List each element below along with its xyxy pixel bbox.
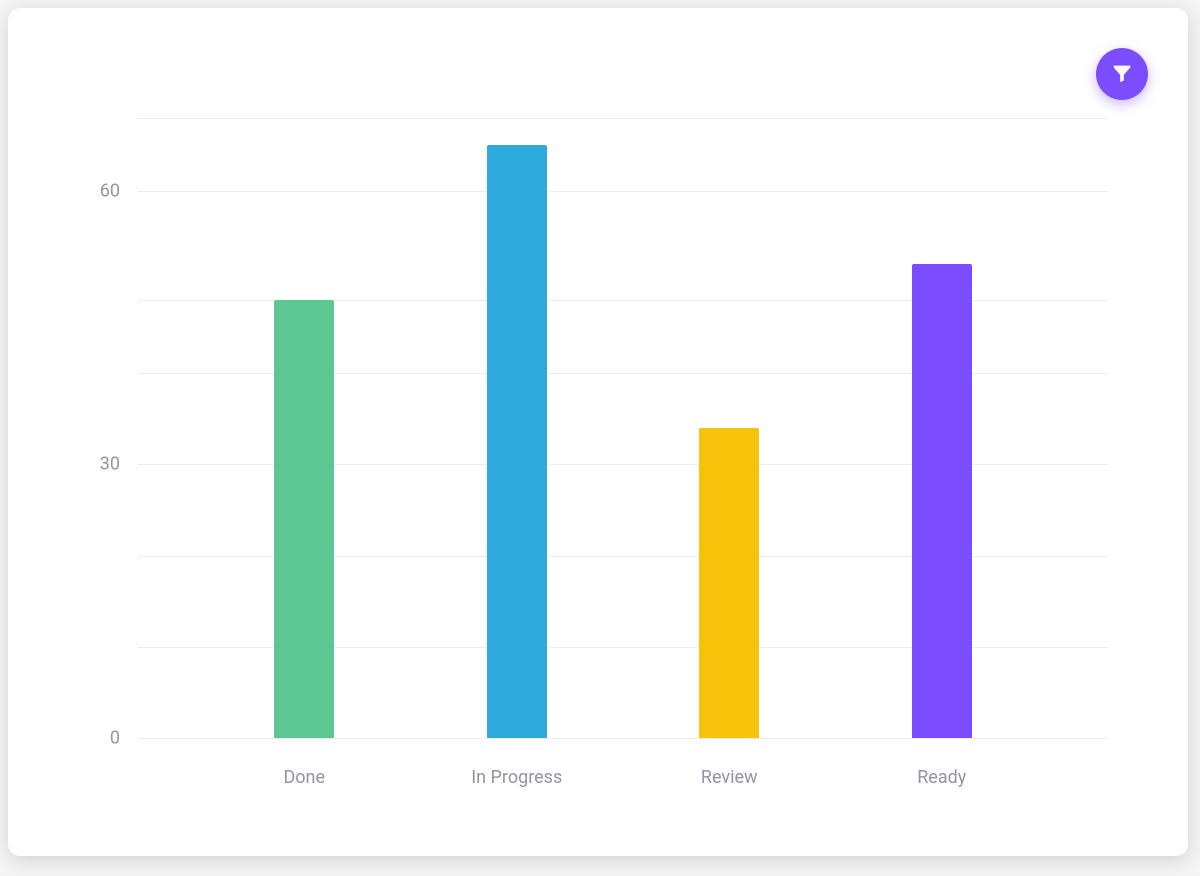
gridline: [138, 738, 1108, 739]
bar-review[interactable]: [699, 428, 759, 738]
x-axis-labels: Done In Progress Review Ready: [138, 767, 1108, 788]
bar-in-progress[interactable]: [487, 145, 547, 738]
chart-card: 0 30 60 Done In Progress Review Ready: [8, 8, 1188, 856]
bar-chart: 0 30 60 Done In Progress Review Ready: [48, 48, 1148, 816]
bar-slot: [912, 118, 972, 738]
filter-icon: [1111, 62, 1133, 87]
bar-slot: [274, 118, 334, 738]
bars-row: [138, 118, 1108, 738]
bar-ready[interactable]: [912, 264, 972, 738]
bar-done[interactable]: [274, 300, 334, 738]
x-tick-label: Review: [669, 767, 789, 788]
y-tick-label: 0: [60, 728, 120, 749]
filter-button[interactable]: [1096, 48, 1148, 100]
x-tick-label: In Progress: [457, 767, 577, 788]
x-tick-label: Ready: [882, 767, 1002, 788]
y-tick-label: 60: [60, 180, 120, 201]
plot-area: [138, 118, 1108, 738]
bar-slot: [487, 118, 547, 738]
x-tick-label: Done: [244, 767, 364, 788]
y-tick-label: 30: [60, 454, 120, 475]
bar-slot: [699, 118, 759, 738]
